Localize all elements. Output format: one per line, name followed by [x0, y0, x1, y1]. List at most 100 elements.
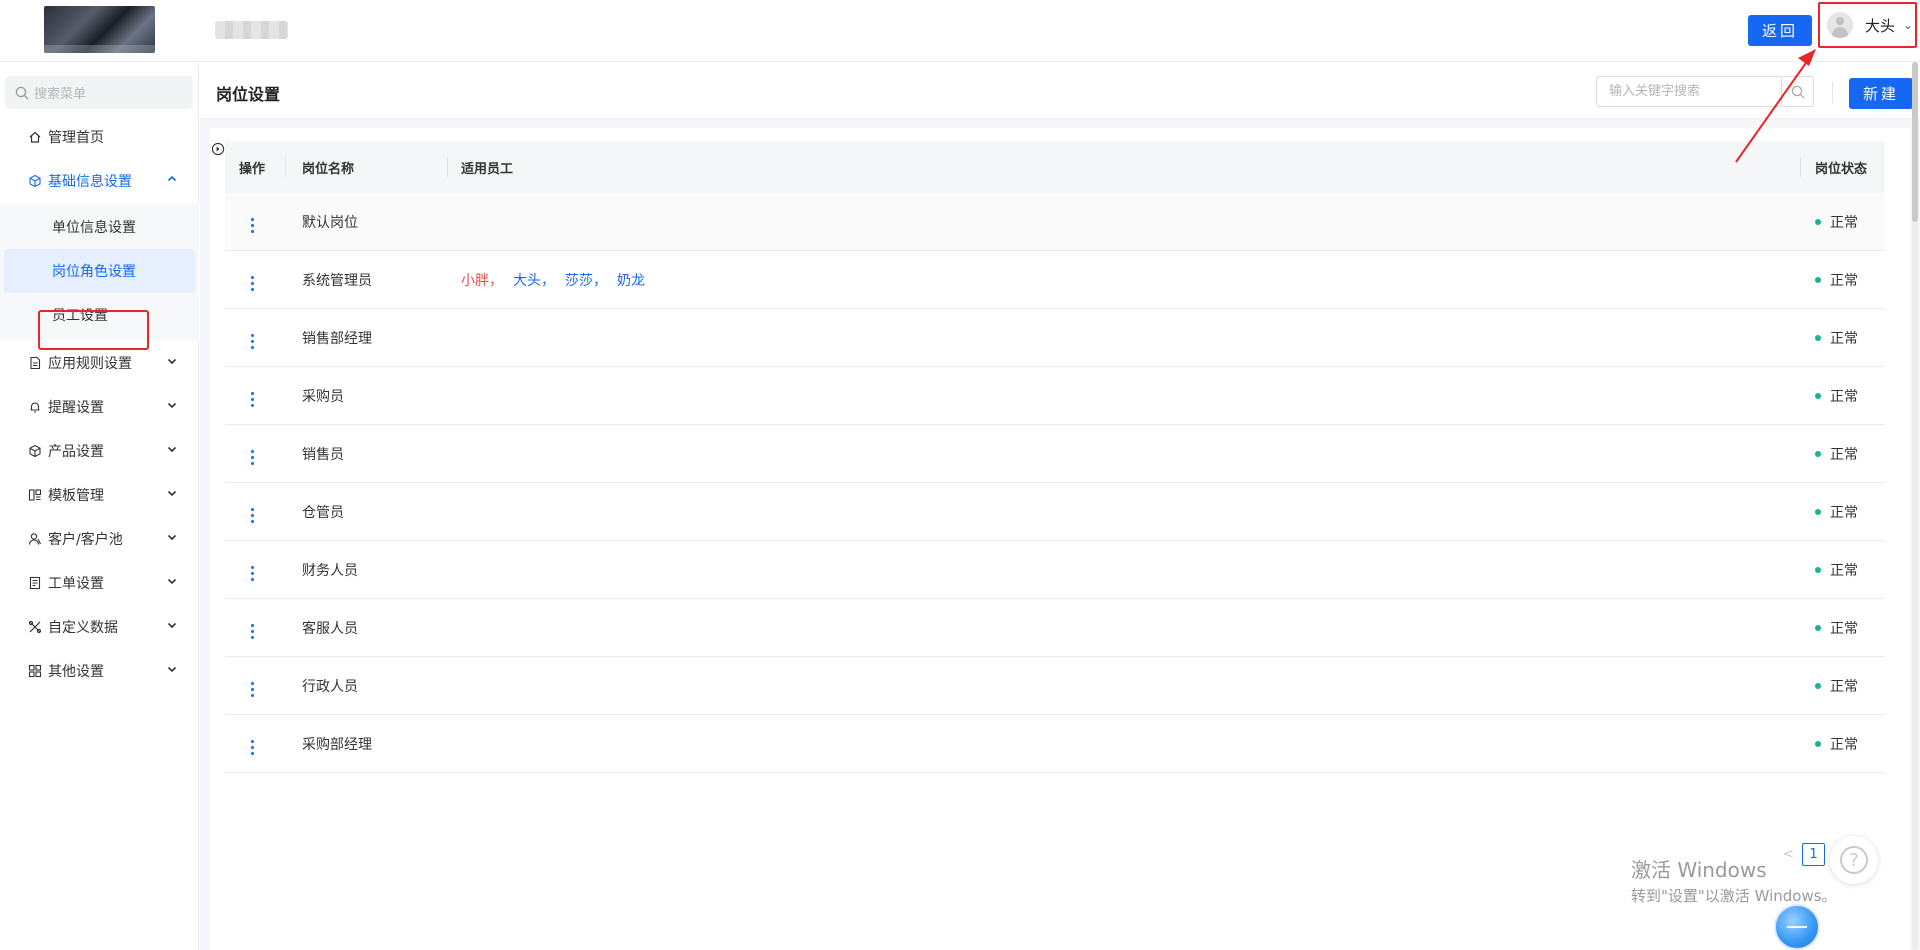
- sidebar-item[interactable]: 客户/客户池: [0, 517, 199, 561]
- row-actions-cell: [239, 441, 265, 467]
- row-actions-cell: [239, 267, 265, 293]
- status-text: 正常: [1830, 562, 1858, 579]
- sidebar-item-label: 客户/客户池: [48, 532, 123, 548]
- sidebar-item-label: 管理首页: [48, 130, 104, 146]
- sidebar-subitem[interactable]: 单位信息设置: [0, 205, 199, 249]
- sidebar-item[interactable]: 应用规则设置: [0, 341, 199, 385]
- page-header: 岗位设置 新建: [200, 62, 1920, 119]
- more-vertical-icon[interactable]: [245, 216, 260, 235]
- table-body: 默认岗位 正常 系统管理员 小胖， 大头， 莎莎， 奶龙 正常 销售部经理 正常 采购员 正常 销售员正…: [225, 193, 1885, 773]
- employee-tag[interactable]: 莎莎，: [565, 273, 607, 289]
- sidebar-item-label: 基础信息设置: [48, 174, 132, 190]
- status-text: 正常: [1830, 214, 1858, 231]
- position-name: 仓管员: [302, 504, 344, 521]
- help-button[interactable]: ?: [1830, 836, 1878, 884]
- status-badge: 正常: [1815, 676, 1858, 696]
- more-vertical-icon[interactable]: [245, 738, 260, 757]
- page-title: 岗位设置: [216, 85, 281, 104]
- chevron-down-icon: [167, 619, 177, 633]
- table-row[interactable]: 系统管理员 小胖， 大头， 莎莎， 奶龙 正常: [225, 251, 1885, 309]
- position-name: 行政人员: [302, 678, 358, 695]
- status-dot: [1815, 740, 1821, 747]
- table-row[interactable]: 默认岗位 正常: [225, 193, 1885, 251]
- status-text: 正常: [1830, 620, 1858, 637]
- more-vertical-icon[interactable]: [245, 680, 260, 699]
- table-row[interactable]: 销售部经理 正常: [225, 309, 1885, 367]
- employee-tag[interactable]: 小胖，: [461, 273, 503, 289]
- user-icon: [28, 532, 42, 546]
- top-header: 返回 大头 ⌄: [0, 0, 1920, 62]
- table-row[interactable]: 仓管员 正常: [225, 483, 1885, 541]
- sidebar-item-label: 其他设置: [48, 664, 104, 680]
- search-button[interactable]: [1782, 76, 1814, 107]
- cube-icon: [28, 444, 42, 458]
- status-text: 正常: [1830, 678, 1858, 695]
- sidebar-subitem[interactable]: 员工设置: [0, 293, 199, 337]
- chevron-down-icon: ⌄: [1903, 18, 1914, 32]
- status-dot: [1815, 624, 1821, 631]
- row-actions-cell: [239, 731, 265, 757]
- page-scrollbar[interactable]: [1912, 62, 1918, 950]
- watermark-line2: 转到"设置"以激活 Windows。: [1631, 887, 1837, 905]
- table-row[interactable]: 采购部经理 正常: [225, 715, 1885, 773]
- expand-circle-icon[interactable]: [211, 142, 225, 156]
- position-name: 销售部经理: [302, 330, 372, 347]
- row-actions-cell: [239, 615, 265, 641]
- position-name: 客服人员: [302, 620, 358, 637]
- sidebar-item[interactable]: 模板管理: [0, 473, 199, 517]
- sidebar-search[interactable]: 搜索菜单: [5, 76, 193, 109]
- chevron-down-icon: [167, 663, 177, 677]
- user-menu[interactable]: 大头 ⌄: [1818, 2, 1917, 48]
- company-logo: [44, 6, 155, 53]
- table-row[interactable]: 采购员 正常: [225, 367, 1885, 425]
- company-name-blurred: [215, 21, 288, 39]
- sidebar-item[interactable]: 工单设置: [0, 561, 199, 605]
- table-row[interactable]: 销售员 正常: [225, 425, 1885, 483]
- chevron-down-icon: [167, 531, 177, 545]
- employee-tag[interactable]: 大头，: [513, 273, 555, 289]
- new-button[interactable]: 新建: [1849, 78, 1913, 109]
- sidebar-item[interactable]: 自定义数据: [0, 605, 199, 649]
- table-row[interactable]: 行政人员 正常: [225, 657, 1885, 715]
- position-name: 采购部经理: [302, 736, 372, 753]
- column-header-name: 岗位名称: [302, 161, 355, 177]
- sidebar-submenu: 单位信息设置 岗位角色设置 员工设置: [0, 203, 199, 341]
- more-vertical-icon[interactable]: [245, 448, 260, 467]
- sidebar-item[interactable]: 管理首页: [0, 115, 199, 159]
- table-row[interactable]: 客服人员 正常: [225, 599, 1885, 657]
- more-vertical-icon[interactable]: [245, 506, 260, 525]
- chevron-down-icon: [167, 487, 177, 501]
- user-name: 大头: [1865, 16, 1896, 35]
- sidebar-item-label: 模板管理: [48, 488, 104, 504]
- main-area: 岗位设置 新建 操作 岗位名称 适用员工 岗位状态 默认岗: [200, 62, 1920, 950]
- status-badge: 正常: [1815, 386, 1858, 406]
- more-vertical-icon[interactable]: [245, 564, 260, 583]
- employee-tag[interactable]: 奶龙: [617, 273, 645, 289]
- status-badge: 正常: [1815, 618, 1858, 638]
- question-icon: ?: [1840, 846, 1868, 874]
- status-dot: [1815, 218, 1821, 225]
- sidebar: 搜索菜单 管理首页基础信息设置单位信息设置 岗位角色设置 员工设置 应用规则设置 提醒设…: [0, 62, 199, 950]
- sidebar-item[interactable]: 其他设置: [0, 649, 199, 693]
- chevron-down-icon: [167, 355, 177, 369]
- watermark-line1: 激活 Windows: [1631, 858, 1767, 882]
- sidebar-item[interactable]: 基础信息设置: [0, 159, 199, 203]
- status-text: 正常: [1830, 504, 1858, 521]
- more-vertical-icon[interactable]: [245, 332, 260, 351]
- more-vertical-icon[interactable]: [245, 390, 260, 409]
- table-row[interactable]: 财务人员 正常: [225, 541, 1885, 599]
- search-input[interactable]: [1596, 76, 1782, 107]
- sidebar-item[interactable]: 产品设置: [0, 429, 199, 473]
- column-header-employees: 适用员工: [461, 161, 514, 177]
- back-button[interactable]: 返回: [1748, 15, 1812, 46]
- status-badge: 正常: [1815, 212, 1858, 232]
- status-badge: 正常: [1815, 444, 1858, 464]
- more-vertical-icon[interactable]: [245, 274, 260, 293]
- floating-assistant-icon[interactable]: [1774, 904, 1820, 950]
- file-icon: [28, 356, 42, 370]
- table-header: 操作 岗位名称 适用员工 岗位状态: [225, 141, 1885, 193]
- sidebar-item[interactable]: 提醒设置: [0, 385, 199, 429]
- search-icon: [15, 86, 29, 99]
- more-vertical-icon[interactable]: [245, 622, 260, 641]
- sidebar-subitem[interactable]: 岗位角色设置: [4, 249, 195, 293]
